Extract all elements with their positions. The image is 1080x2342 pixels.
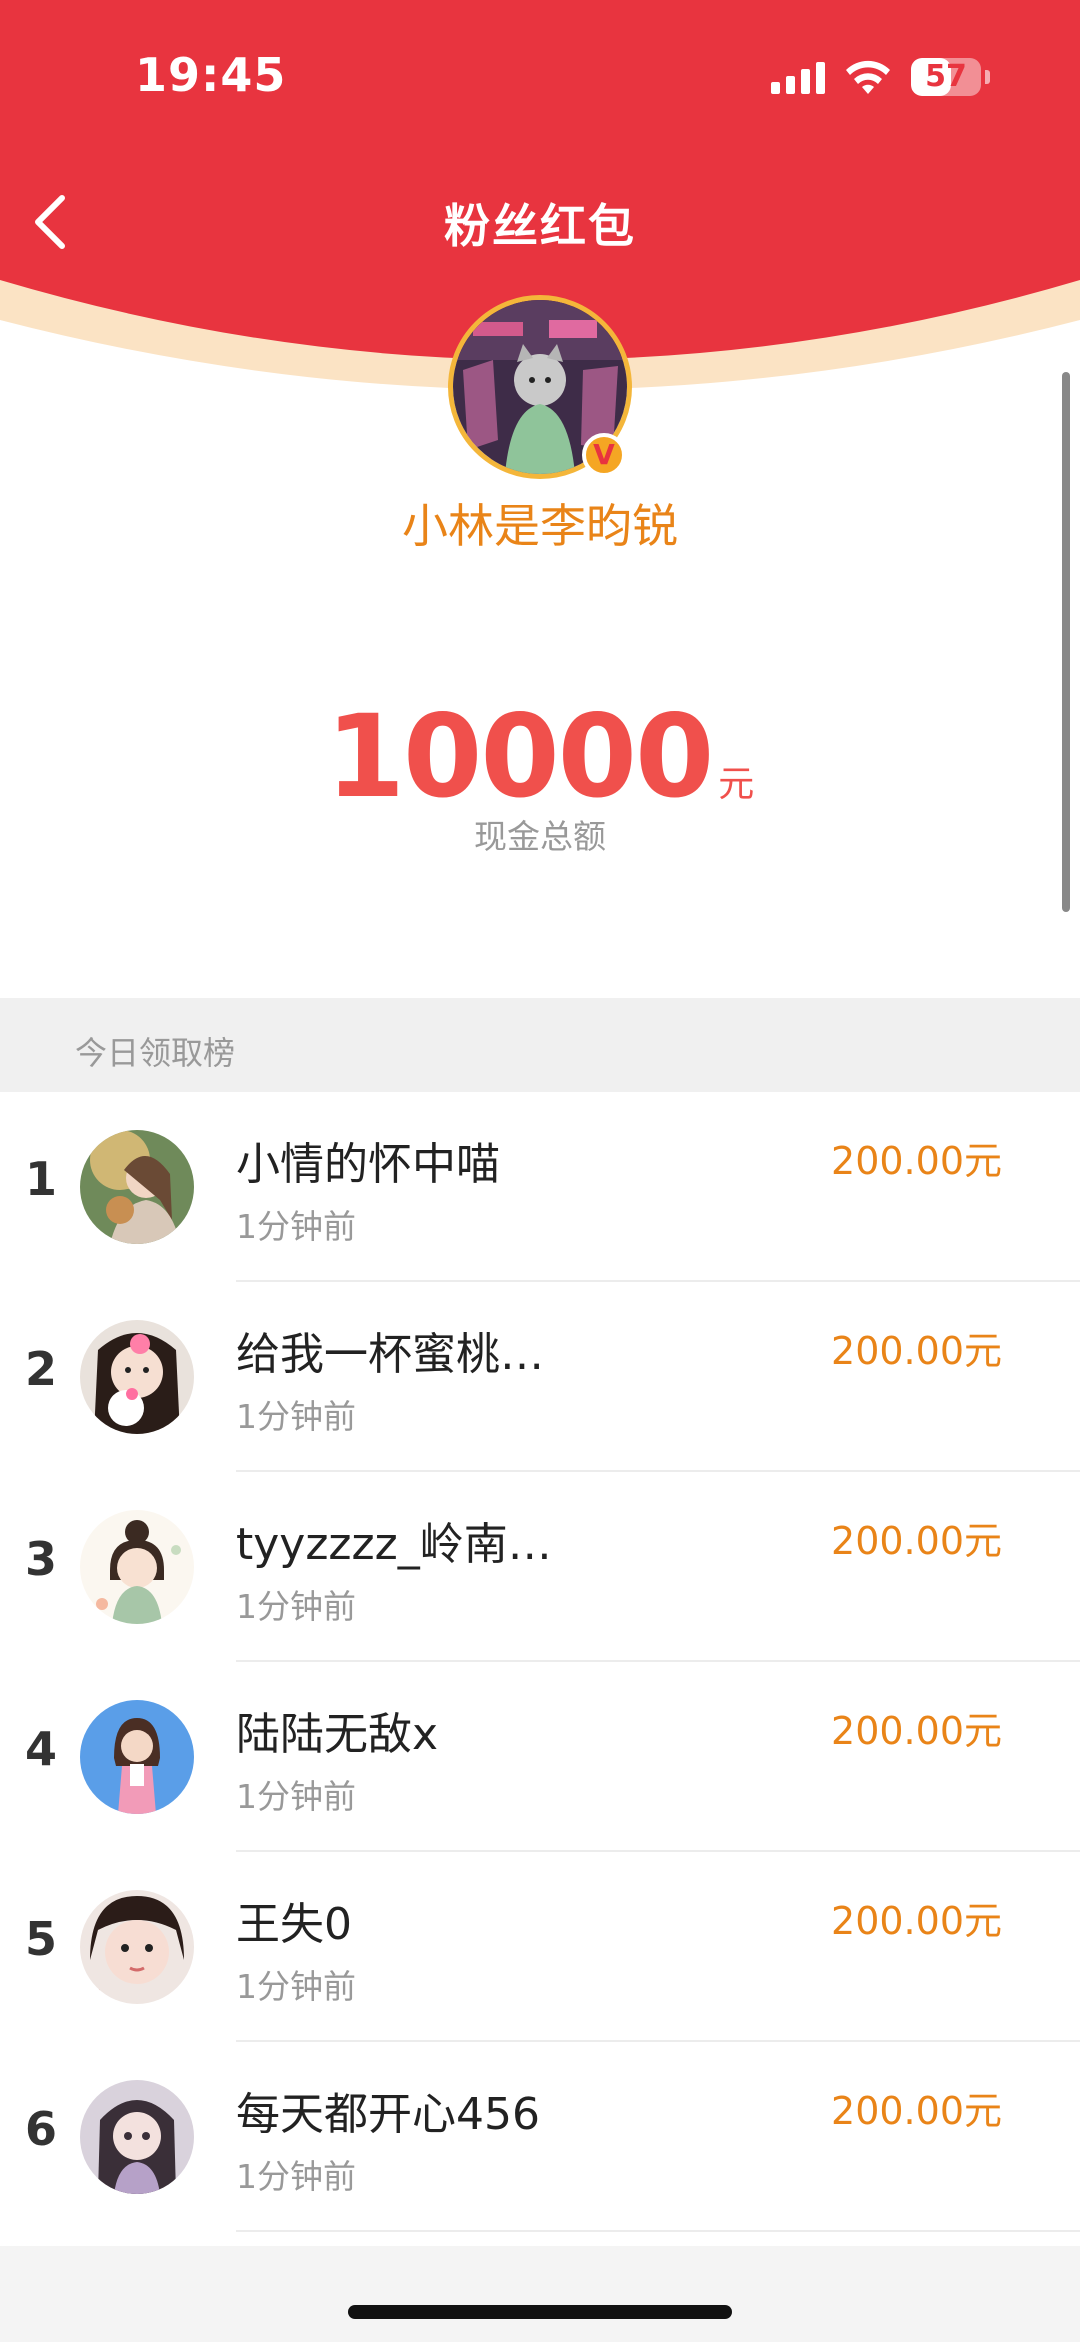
avatar[interactable] xyxy=(80,1130,194,1244)
list-item[interactable]: 1 小情的怀中喵 1分钟前 200.00元 xyxy=(0,1092,1080,1282)
total-amount: 10000 元 xyxy=(0,690,1080,823)
avatar[interactable] xyxy=(80,1890,194,2004)
claim-amount: 200.00元 xyxy=(831,1519,1002,1563)
user-name: 王失0 xyxy=(236,1899,352,1950)
leaderboard-list: 1 小情的怀中喵 1分钟前 200.00元 2 给我一杯蜜桃… 1分钟前 200… xyxy=(0,1092,1080,2232)
user-name: 给我一杯蜜桃… xyxy=(236,1329,544,1380)
claim-time: 1分钟前 xyxy=(236,2157,356,2196)
avatar[interactable] xyxy=(80,1700,194,1814)
user-name: 小情的怀中喵 xyxy=(236,1139,500,1190)
amount-value: 10000 xyxy=(325,690,715,823)
avatar[interactable] xyxy=(80,2080,194,2194)
claim-time: 1分钟前 xyxy=(236,1587,356,1626)
claim-time: 1分钟前 xyxy=(236,1967,356,2006)
battery-percent: 57 xyxy=(925,59,967,94)
scrollbar[interactable] xyxy=(1062,372,1070,912)
claim-time: 1分钟前 xyxy=(236,1207,356,1246)
status-time: 19:45 xyxy=(135,48,287,102)
list-item[interactable]: 2 给我一杯蜜桃… 1分钟前 200.00元 xyxy=(0,1282,1080,1472)
claim-amount: 200.00元 xyxy=(831,2089,1002,2133)
list-item[interactable]: 3 tyyzzzz_岭南… 1分钟前 200.00元 xyxy=(0,1472,1080,1662)
leaderboard-title: 今日领取榜 xyxy=(75,1034,236,1072)
battery-icon: 57 xyxy=(911,58,981,96)
rank-number: 3 xyxy=(24,1532,57,1586)
divider xyxy=(236,2230,1080,2232)
user-name: 每天都开心456 xyxy=(236,2089,540,2140)
avatar[interactable] xyxy=(80,1320,194,1434)
rank-number: 1 xyxy=(24,1152,57,1206)
list-item[interactable]: 5 王失0 1分钟前 200.00元 xyxy=(0,1852,1080,2042)
rank-number: 2 xyxy=(24,1342,57,1396)
claim-amount: 200.00元 xyxy=(831,1329,1002,1373)
list-item[interactable]: 4 陆陆无敌x 1分钟前 200.00元 xyxy=(0,1662,1080,1852)
verified-badge-icon: V xyxy=(582,433,626,477)
cellular-signal-icon xyxy=(771,60,825,94)
amount-unit: 元 xyxy=(718,764,755,805)
page-title: 粉丝红包 xyxy=(444,199,636,253)
claim-amount: 200.00元 xyxy=(831,1139,1002,1183)
claim-amount: 200.00元 xyxy=(831,1899,1002,1943)
leaderboard-header: 今日领取榜 xyxy=(0,998,1080,1092)
list-item[interactable]: 6 每天都开心456 1分钟前 200.00元 xyxy=(0,2042,1080,2232)
home-indicator[interactable] xyxy=(348,2305,732,2319)
user-name: tyyzzzz_岭南… xyxy=(236,1519,552,1570)
user-name: 陆陆无敌x xyxy=(236,1709,439,1760)
amount-caption: 现金总额 xyxy=(474,817,606,856)
claim-amount: 200.00元 xyxy=(831,1709,1002,1753)
claim-time: 1分钟前 xyxy=(236,1397,356,1436)
rank-number: 5 xyxy=(24,1912,57,1966)
creator-name[interactable]: 小林是李昀锐 xyxy=(0,490,1080,556)
rank-number: 4 xyxy=(24,1722,57,1776)
bottom-area xyxy=(0,2246,1080,2342)
claim-time: 1分钟前 xyxy=(236,1777,356,1816)
wifi-icon xyxy=(846,60,890,94)
avatar[interactable] xyxy=(80,1510,194,1624)
rank-number: 6 xyxy=(24,2102,57,2156)
status-bar: 19:45 57 xyxy=(0,0,1080,150)
